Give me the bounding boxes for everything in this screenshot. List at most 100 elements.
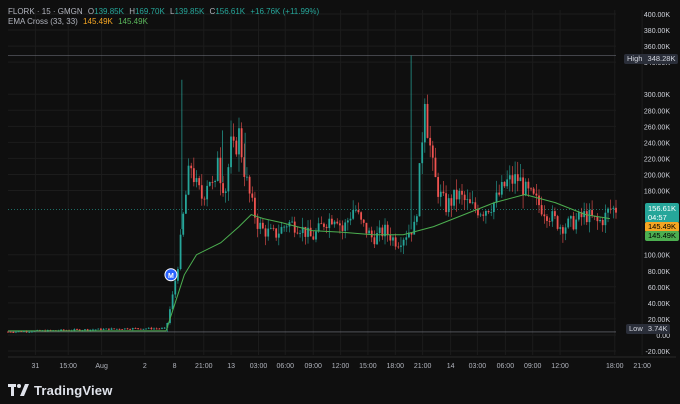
candle-body bbox=[28, 331, 31, 333]
candle-body bbox=[434, 157, 437, 178]
y-tick-label: -20.00K bbox=[645, 349, 670, 356]
candle-body bbox=[325, 226, 328, 229]
candle-body bbox=[336, 221, 339, 224]
candle-body bbox=[577, 212, 580, 220]
candle-body bbox=[222, 183, 224, 193]
candle-body bbox=[344, 222, 347, 231]
x-tick-label: 31 bbox=[31, 363, 39, 370]
candle-body bbox=[163, 327, 166, 329]
candle-body bbox=[503, 181, 506, 187]
candle-body bbox=[230, 136, 232, 168]
bar-countdown: 04:57 bbox=[648, 213, 667, 222]
price-chart[interactable]: 400.00K380.00K360.00K340.00K300.00K280.0… bbox=[0, 0, 680, 404]
x-tick-label: Aug bbox=[95, 363, 108, 370]
candle-body bbox=[474, 202, 477, 209]
candle-body bbox=[538, 195, 540, 206]
candle-body bbox=[272, 227, 275, 229]
candle-body bbox=[150, 327, 153, 330]
ema2-value: 145.49K bbox=[118, 17, 148, 26]
x-tick-label: 15:00 bbox=[59, 363, 77, 370]
candle-body bbox=[357, 209, 360, 213]
y-tick-label: 20.00K bbox=[648, 317, 671, 324]
candle-body bbox=[569, 216, 572, 219]
candle-body bbox=[567, 218, 570, 228]
candle-body bbox=[113, 328, 116, 330]
open-value: 139.85K bbox=[94, 7, 124, 16]
symbol-label[interactable]: FLORK · 15 · GMGN bbox=[8, 7, 83, 16]
candle-body bbox=[131, 328, 134, 330]
candle-body bbox=[346, 220, 349, 223]
candle-body bbox=[248, 176, 251, 194]
x-tick-label: 18:00 bbox=[387, 363, 405, 370]
y-tick-label: 100.00K bbox=[644, 253, 670, 260]
candle-body bbox=[158, 328, 161, 330]
event-marker: M bbox=[164, 268, 178, 282]
candle-body bbox=[527, 181, 530, 189]
candle-body bbox=[320, 223, 323, 225]
candle-body bbox=[530, 188, 532, 190]
candle-body bbox=[500, 181, 503, 195]
candle-body bbox=[145, 328, 147, 330]
x-tick-label: 06:00 bbox=[276, 363, 294, 370]
candle-body bbox=[134, 328, 137, 329]
close-value: 156.61K bbox=[215, 7, 246, 16]
candle-body bbox=[402, 239, 405, 246]
candle-body bbox=[572, 216, 575, 230]
candle-body bbox=[551, 211, 554, 222]
candle-body bbox=[269, 227, 272, 229]
candle-body bbox=[447, 198, 450, 213]
candle-body bbox=[200, 185, 203, 199]
candle-body bbox=[514, 174, 517, 184]
candle-body bbox=[110, 328, 113, 330]
ema-line bbox=[8, 193, 610, 332]
candle-body bbox=[184, 194, 187, 214]
candle-body bbox=[495, 192, 498, 203]
candle-body bbox=[105, 328, 108, 330]
candle-body bbox=[317, 223, 320, 232]
candle-body bbox=[126, 328, 129, 330]
low-badge-label: Low bbox=[629, 324, 643, 333]
candle-body bbox=[216, 157, 219, 181]
x-tick-label: 21:00 bbox=[195, 363, 213, 370]
candle-body bbox=[9, 331, 12, 333]
candle-body bbox=[280, 227, 283, 234]
candle-body bbox=[309, 227, 312, 237]
candle-body bbox=[421, 142, 424, 164]
candle-body bbox=[100, 328, 102, 330]
candle-body bbox=[492, 202, 495, 213]
candle-body bbox=[293, 221, 296, 233]
candle-body bbox=[62, 329, 65, 331]
tradingview-footer[interactable]: TradingView bbox=[8, 382, 113, 398]
low-value: 139.85K bbox=[174, 7, 205, 16]
candle-body bbox=[198, 178, 201, 186]
x-tick-label: 12:00 bbox=[551, 363, 569, 370]
y-tick-label: 220.00K bbox=[644, 156, 670, 163]
candle-body bbox=[453, 189, 455, 206]
candle-body bbox=[561, 227, 564, 234]
indicator-legend: EMA Cross (33, 33) 145.49K 145.49K bbox=[8, 17, 151, 27]
candle-body bbox=[299, 233, 301, 234]
candle-body bbox=[442, 191, 445, 194]
candle-body bbox=[137, 328, 139, 329]
candle-body bbox=[508, 175, 511, 180]
candle-body bbox=[121, 329, 124, 331]
high-badge-label: High bbox=[627, 54, 643, 63]
high-badge-value: 348.28K bbox=[647, 54, 676, 63]
candle-body bbox=[86, 329, 89, 331]
indicator-name[interactable]: EMA Cross (33, 33) bbox=[8, 17, 78, 26]
candle-body bbox=[524, 181, 527, 196]
candle-body bbox=[575, 219, 578, 230]
x-tick-label: 8 bbox=[173, 363, 177, 370]
tradingview-logo-icon bbox=[8, 384, 29, 396]
high-badge: High 348.28K bbox=[624, 54, 679, 64]
y-tick-label: 80.00K bbox=[648, 269, 671, 276]
candle-body bbox=[463, 194, 466, 201]
candle-body bbox=[102, 328, 105, 330]
candle-body bbox=[161, 328, 163, 329]
candle-body bbox=[206, 185, 209, 200]
candle-body bbox=[30, 331, 33, 333]
candle-body bbox=[76, 329, 78, 330]
ema-path bbox=[8, 193, 610, 332]
x-tick-label: 18:00 bbox=[606, 363, 624, 370]
candle-body bbox=[115, 328, 118, 330]
